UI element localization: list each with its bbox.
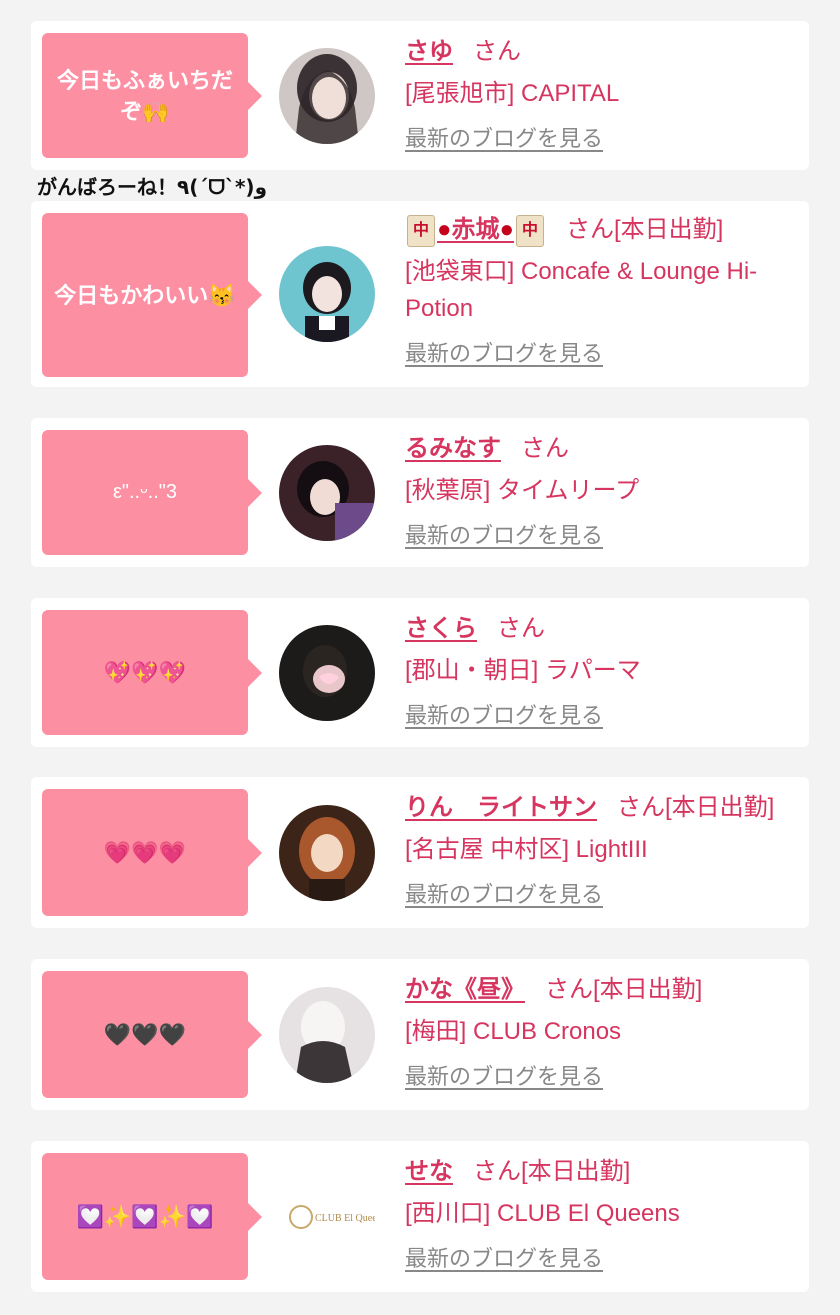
blog-link[interactable]: 最新のブログを見る (405, 124, 603, 154)
cast-name-link[interactable]: せな (405, 1158, 453, 1185)
cast-card: 💖💖💖 さくら さん [郡山・朝日] ラパーマ 最新のブログを見る (31, 598, 809, 747)
area-shop: [尾張旭市] CAPITAL (405, 80, 620, 107)
blog-link[interactable]: 最新のブログを見る (405, 701, 603, 731)
mahjong-tile-icon: 中 (407, 214, 435, 247)
comment-bubble: 💟✨💟✨💟 (42, 1153, 262, 1280)
cast-name-link[interactable]: さくら (405, 615, 477, 642)
blood-drop-icon: ● (499, 216, 515, 243)
cast-info: りん ライトサン さん[本日出勤] [名古屋 中村区] LightIII 最新のブ… (405, 791, 801, 910)
logo-text: CLUB El Queens (315, 1213, 375, 1224)
blood-drop-icon: ● (437, 216, 452, 243)
comment-text: ε"..ᵕ.."3 (112, 481, 177, 503)
honorific: さん (545, 976, 593, 1003)
avatar[interactable] (279, 805, 375, 901)
cast-card: 🖤🖤🖤 かな《昼》 さん[本日出勤] [梅田] CLUB Cronos 最新のブロ… (31, 959, 809, 1110)
floating-message: がんばろーね！٩(ˊᗜˋ*)و (37, 175, 267, 199)
honorific: さん (521, 435, 569, 462)
cast-name-link[interactable]: るみなす (405, 435, 501, 462)
avatar[interactable] (279, 987, 375, 1083)
honorific: さん (617, 794, 665, 821)
cast-info: せな さん[本日出勤] [西川口] CLUB El Queens 最新のブログを見… (405, 1155, 801, 1274)
status-label: [本日出勤] (521, 1158, 631, 1185)
cast-info: さくら さん [郡山・朝日] ラパーマ 最新のブログを見る (405, 612, 801, 731)
status-label: [本日出勤] (593, 976, 703, 1003)
comment-text: 💖💖💖 (103, 660, 187, 685)
avatar[interactable] (279, 445, 375, 541)
comment-text: 💟✨💟✨💟 (76, 1204, 214, 1229)
area-shop: [池袋東口] Concafe & Lounge Hi-Potion (405, 258, 758, 322)
blog-link[interactable]: 最新のブログを見る (405, 880, 603, 910)
blog-link[interactable]: 最新のブログを見る (405, 1244, 603, 1274)
cast-card: 今日もかわいい😽 中 ●赤城● 中さん[本日出勤] [池袋東口] Concafe &… (31, 201, 809, 387)
honorific: さん (473, 38, 521, 65)
comment-bubble: ε"..ᵕ.."3 (42, 430, 262, 555)
comment-bubble: 💗💗💗 (42, 789, 262, 916)
blog-link[interactable]: 最新のブログを見る (405, 521, 603, 551)
cast-card: ε"..ᵕ.."3 るみなす さん [秋葉原] タイムリープ 最新のブログを見る (31, 418, 809, 567)
comment-bubble: 今日もふぁいちだぞ🙌 (42, 33, 262, 158)
comment-text: 🖤🖤🖤 (103, 1022, 187, 1047)
cast-card: 💗💗💗 りん ライトサン さん[本日出勤] [名古屋 中村区] LightIII … (31, 777, 809, 928)
honorific: さん (473, 1158, 521, 1185)
cast-card: 今日もふぁいちだぞ🙌 さゆ さん [尾張旭市] CAPITAL 最新のブログを見る (31, 21, 809, 170)
mahjong-tile-icon: 中 (516, 214, 544, 247)
status-label: [本日出勤] (665, 794, 775, 821)
area-shop: [名古屋 中村区] LightIII (405, 836, 648, 863)
shop-logo[interactable]: CLUB El Queens (279, 1169, 375, 1265)
comment-bubble: 今日もかわいい😽 (42, 213, 262, 377)
honorific: さん (566, 216, 614, 243)
area-shop: [西川口] CLUB El Queens (405, 1200, 680, 1227)
honorific: さん (497, 615, 545, 642)
comment-text: 💗💗💗 (103, 840, 187, 865)
comment-text: 今日もかわいい😽 (54, 282, 236, 308)
cast-name-link[interactable]: りん ライトサン (405, 794, 597, 821)
avatar[interactable] (279, 48, 375, 144)
comment-text: 今日もふぁいちだぞ🙌 (56, 67, 233, 124)
blog-link[interactable]: 最新のブログを見る (405, 1062, 603, 1092)
avatar[interactable] (279, 625, 375, 721)
area-shop: [梅田] CLUB Cronos (405, 1018, 622, 1045)
cast-card: 💟✨💟✨💟 CLUB El Queens せなさん[本日出勤] [西川口] CL… (31, 1141, 809, 1292)
cast-info: さゆ さん [尾張旭市] CAPITAL 最新のブログを見る (405, 35, 801, 154)
area-shop: [秋葉原] タイムリープ (405, 477, 640, 504)
avatar[interactable] (279, 246, 375, 342)
cast-name-link[interactable]: かな《昼》 (405, 976, 525, 1003)
cast-info: るみなす さん [秋葉原] タイムリープ 最新のブログを見る (405, 432, 801, 551)
comment-bubble: 💖💖💖 (42, 610, 262, 735)
cast-name-link[interactable]: 中 ●赤城● 中 (405, 214, 546, 247)
area-shop: [郡山・朝日] ラパーマ (405, 657, 641, 684)
status-label: [本日出勤] (614, 216, 724, 243)
comment-bubble: 🖤🖤🖤 (42, 971, 262, 1098)
cast-name-link[interactable]: さゆ (405, 38, 453, 65)
cast-info: かな《昼》 さん[本日出勤] [梅田] CLUB Cronos 最新のブログを見る (405, 973, 801, 1092)
cast-info: 中 ●赤城● 中さん[本日出勤] [池袋東口] Concafe & Lounge H… (405, 213, 801, 369)
blog-link[interactable]: 最新のブログを見る (405, 339, 603, 369)
